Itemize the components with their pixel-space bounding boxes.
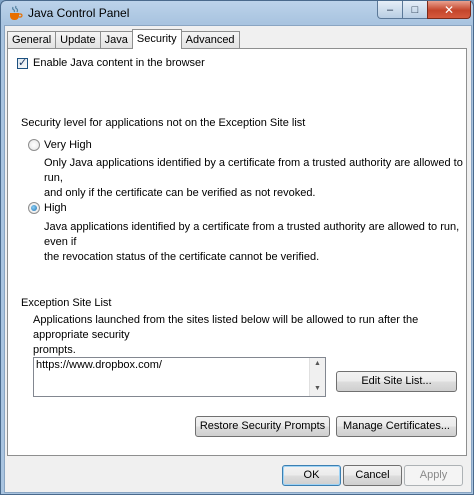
dialog-client-area: General Update Java Security Advanced ✓ … (4, 25, 472, 493)
very-high-description-line: Only Java applications identified by a c… (44, 157, 463, 184)
java-cup-icon (10, 5, 23, 20)
exception-site-list-description: Applications launched from the sites lis… (33, 313, 466, 358)
apply-button[interactable]: Apply (404, 465, 463, 486)
cancel-button[interactable]: Cancel (343, 465, 402, 486)
very-high-description-line: and only if the certificate can be verif… (44, 187, 316, 199)
minimize-icon: – (386, 3, 394, 16)
java-control-panel-window: Java Control Panel – □ ✕ General Update … (0, 0, 474, 495)
high-label: High (44, 202, 67, 214)
edit-site-list-button[interactable]: Edit Site List... (336, 371, 457, 392)
list-item[interactable]: https://www.dropbox.com/ (36, 359, 162, 371)
security-tab-panel: ✓ Enable Java content in the browser Sec… (7, 48, 467, 456)
maximize-icon: □ (411, 3, 419, 16)
tab-security[interactable]: Security (131, 29, 182, 49)
very-high-radio[interactable] (28, 139, 40, 151)
tab-general[interactable]: General (7, 31, 57, 48)
radio-selected-dot (31, 205, 37, 211)
ok-button[interactable]: OK (282, 465, 341, 486)
enable-java-label: Enable Java content in the browser (33, 57, 205, 69)
security-level-heading: Security level for applications not on t… (21, 117, 306, 129)
minimize-button[interactable]: – (377, 1, 403, 19)
checkmark-icon: ✓ (18, 57, 28, 69)
tab-java[interactable]: Java (99, 31, 133, 48)
tab-update[interactable]: Update (55, 31, 101, 48)
close-icon: ✕ (443, 2, 455, 17)
window-title: Java Control Panel (28, 6, 130, 20)
enable-java-checkbox[interactable]: ✓ (17, 57, 28, 69)
very-high-description: Only Java applications identified by a c… (44, 156, 466, 201)
listbox-scrollbar[interactable]: ▲ ▼ (309, 358, 325, 396)
exception-site-listbox[interactable]: https://www.dropbox.com/ ▲ ▼ (33, 357, 326, 397)
exception-description-line: Applications launched from the sites lis… (33, 314, 419, 341)
close-button[interactable]: ✕ (427, 1, 471, 19)
high-radio[interactable] (28, 202, 40, 214)
title-bar[interactable]: Java Control Panel – □ ✕ (1, 1, 473, 25)
tab-strip: General Update Java Security Advanced (7, 28, 240, 49)
maximize-button[interactable]: □ (402, 1, 428, 19)
very-high-label: Very High (44, 139, 92, 151)
tab-advanced[interactable]: Advanced (180, 31, 240, 48)
exception-description-line: prompts. (33, 344, 76, 356)
high-description-line: Java applications identified by a certif… (44, 221, 460, 248)
scroll-up-arrow-icon[interactable]: ▲ (310, 360, 325, 367)
scroll-down-arrow-icon[interactable]: ▼ (310, 385, 325, 392)
high-description-line: the revocation status of the certificate… (44, 251, 320, 263)
exception-site-list-heading: Exception Site List (21, 297, 112, 309)
manage-certificates-button[interactable]: Manage Certificates... (336, 416, 457, 437)
restore-security-prompts-button[interactable]: Restore Security Prompts (195, 416, 330, 437)
high-description: Java applications identified by a certif… (44, 220, 466, 265)
